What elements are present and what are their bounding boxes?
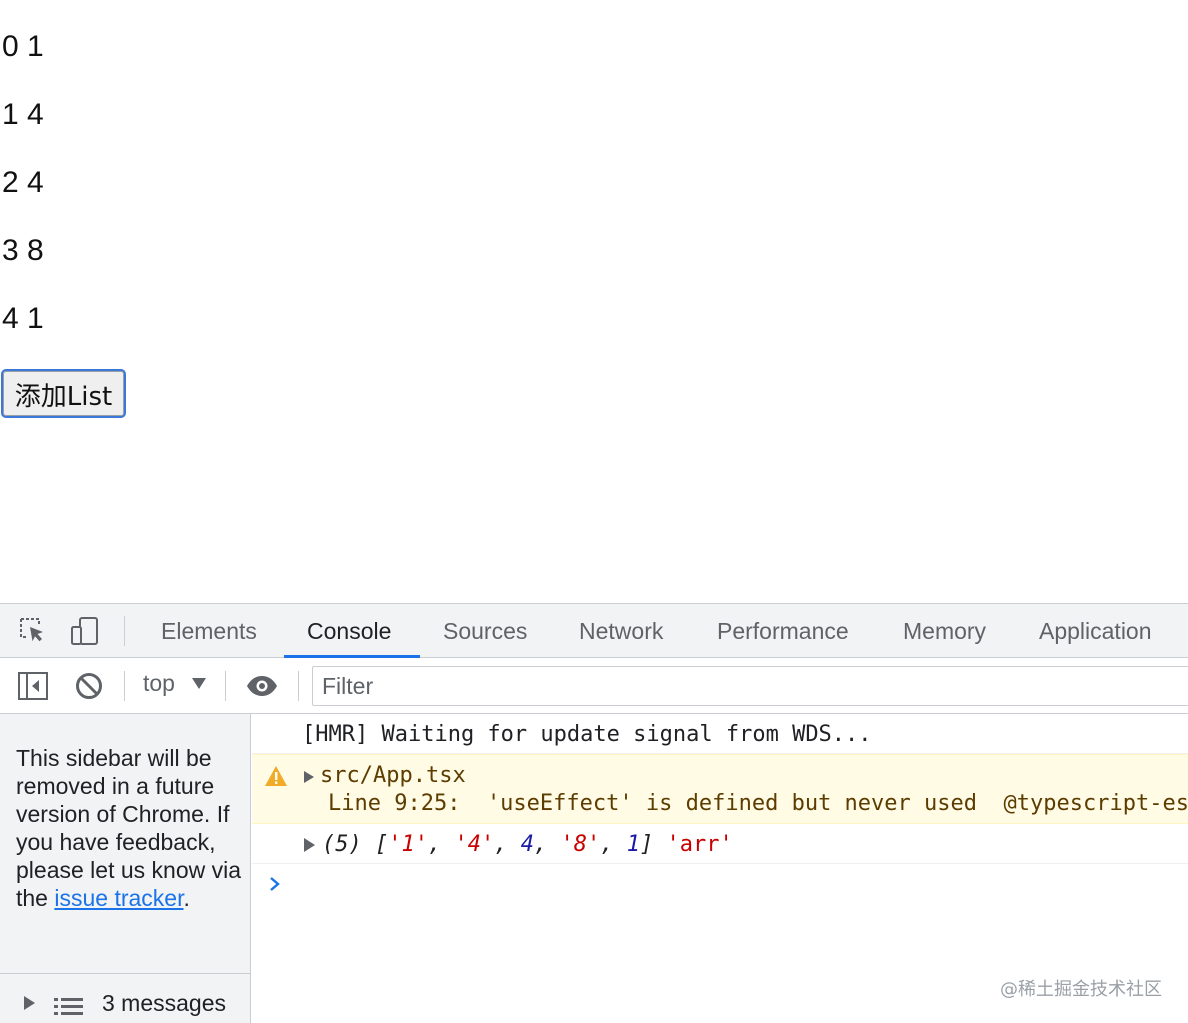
inspect-element-icon[interactable] bbox=[18, 616, 48, 646]
tab-performance[interactable]: Performance bbox=[717, 604, 849, 658]
add-list-button[interactable]: 添加List bbox=[1, 369, 126, 418]
context-selector[interactable]: top bbox=[143, 670, 175, 697]
tab-network[interactable]: Network bbox=[579, 604, 663, 658]
tab-elements[interactable]: Elements bbox=[161, 604, 257, 658]
expand-arrow-icon[interactable] bbox=[304, 838, 315, 852]
toolbar-divider bbox=[225, 671, 226, 701]
live-expression-eye-icon[interactable] bbox=[245, 671, 279, 701]
console-warning-message[interactable]: src/App.tsx Line 9:25: 'useEffect' is de… bbox=[252, 754, 1188, 824]
devtools-tabbar: Elements Console Sources Network Perform… bbox=[0, 604, 1188, 658]
list-item: 3 8 bbox=[2, 234, 44, 267]
console-sidebar: This sidebar will be removed in a future… bbox=[0, 714, 251, 1023]
console-toolbar: top bbox=[0, 658, 1188, 714]
filter-input[interactable] bbox=[312, 666, 1188, 706]
show-sidebar-icon[interactable] bbox=[18, 671, 48, 701]
expand-arrow-icon[interactable] bbox=[304, 771, 314, 783]
console-log-message: [HMR] Waiting for update signal from WDS… bbox=[252, 714, 1188, 754]
list-item: 0 1 bbox=[2, 30, 44, 63]
clear-console-icon[interactable] bbox=[74, 671, 104, 701]
toolbar-divider bbox=[124, 616, 125, 646]
console-prompt-icon[interactable] bbox=[268, 874, 282, 894]
chevron-down-icon bbox=[192, 678, 206, 689]
list-item: 2 4 bbox=[2, 166, 44, 199]
device-toolbar-icon[interactable] bbox=[70, 616, 100, 646]
warning-icon bbox=[265, 766, 287, 786]
messages-count: 3 messages bbox=[102, 990, 227, 1016]
list-item: 4 1 bbox=[2, 302, 44, 335]
warning-detail: Line 9:25: 'useEffect' is defined but ne… bbox=[328, 791, 1188, 816]
list-item: 1 4 bbox=[2, 98, 44, 131]
page-viewport: 0 1 1 4 2 4 3 8 4 1 添加List bbox=[0, 0, 1188, 603]
array-preview: (5) ['1', '4', 4, '8', 1] 'arr' bbox=[322, 832, 733, 857]
expand-arrow-icon[interactable] bbox=[24, 996, 35, 1010]
issue-tracker-link[interactable]: issue tracker bbox=[54, 885, 183, 911]
warning-source-file: src/App.tsx bbox=[320, 763, 466, 788]
sidebar-messages-item[interactable]: 3 messages bbox=[0, 973, 251, 1023]
list-icon bbox=[54, 998, 83, 1015]
watermark: @稀土掘金技术社区 bbox=[1000, 979, 1162, 1000]
console-array-message[interactable]: (5) ['1', '4', 4, '8', 1] 'arr' bbox=[252, 824, 1188, 864]
tab-memory[interactable]: Memory bbox=[903, 604, 986, 658]
sidebar-deprecation-note: This sidebar will be removed in a future… bbox=[16, 745, 242, 911]
toolbar-divider bbox=[298, 671, 299, 701]
tab-console[interactable]: Console bbox=[307, 604, 391, 658]
tab-sources[interactable]: Sources bbox=[443, 604, 527, 658]
toolbar-divider bbox=[124, 671, 125, 701]
devtools-panel: Elements Console Sources Network Perform… bbox=[0, 603, 1188, 1023]
tab-application[interactable]: Application bbox=[1039, 604, 1152, 658]
